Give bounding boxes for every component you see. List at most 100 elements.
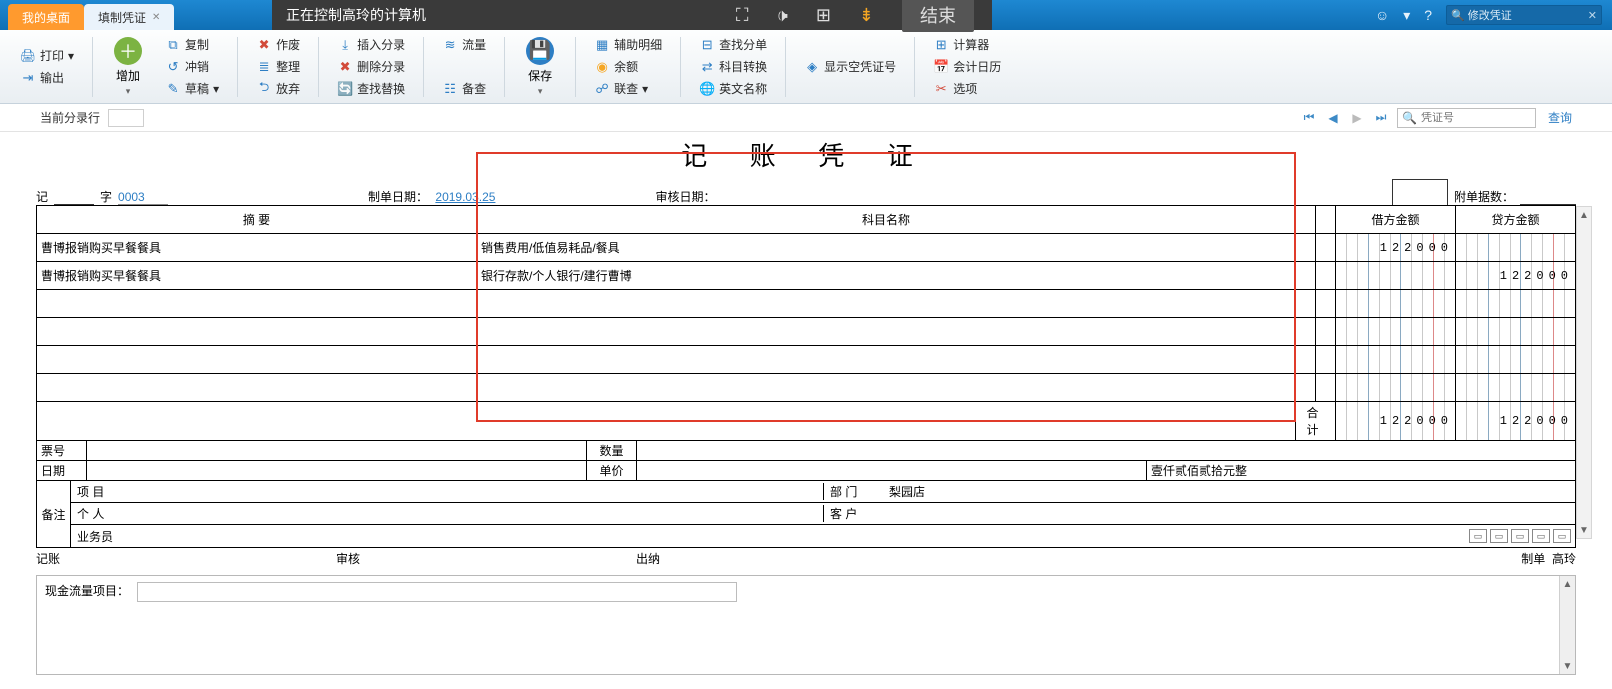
top-search[interactable]: 🔍 ✕ <box>1446 5 1602 25</box>
tool-icon[interactable]: ▭ <box>1532 529 1550 543</box>
related-query-button[interactable]: ☍联查 ▾ <box>594 79 662 99</box>
scroll-up-icon[interactable]: ▲ <box>1577 207 1591 223</box>
help-icon[interactable]: ? <box>1424 7 1432 23</box>
backup-button[interactable]: ☷备查 <box>442 79 486 99</box>
voucher-title: 记 账 凭 证 <box>36 136 1576 173</box>
summary-cell[interactable] <box>37 374 477 402</box>
table-row[interactable]: 曹博报销购买早餐餐具 银行存款/个人银行/建行曹博 122000 <box>37 262 1576 290</box>
voucher-no-input[interactable] <box>1421 112 1531 124</box>
attach-count[interactable] <box>1520 189 1576 205</box>
date-label: 日期 <box>37 461 87 480</box>
summary-cell[interactable] <box>37 318 477 346</box>
options-button[interactable]: ✂选项 <box>933 79 1001 99</box>
dropdown-icon[interactable]: ▾ <box>1403 7 1410 24</box>
delete-entry-button[interactable]: ✖删除分录 <box>337 57 405 77</box>
void-button[interactable]: ✖作废 <box>256 35 300 55</box>
col-debit: 借方金额 <box>1336 206 1456 234</box>
table-row[interactable] <box>37 318 1576 346</box>
subject-cell[interactable] <box>477 290 1296 318</box>
aux-detail-button[interactable]: ▦辅助明细 <box>594 35 662 55</box>
qty-value[interactable] <box>637 441 1575 460</box>
subject-cell[interactable] <box>477 346 1296 374</box>
summary-cell[interactable]: 曹博报销购买早餐餐具 <box>37 262 477 290</box>
table-row[interactable] <box>37 346 1576 374</box>
price-value[interactable] <box>637 461 1147 480</box>
date-value[interactable] <box>87 461 587 480</box>
calendar-button[interactable]: 📅会计日历 <box>933 57 1001 77</box>
summary-cell[interactable]: 曹博报销购买早餐餐具 <box>37 234 477 262</box>
last-button[interactable]: ⏭ <box>1373 110 1389 126</box>
add-button[interactable]: ＋增加▾ <box>105 37 151 97</box>
subject-cell[interactable] <box>477 318 1296 346</box>
search-icon: 🔍 <box>1451 9 1465 22</box>
balance-button[interactable]: ◉余额 <box>594 57 662 77</box>
outer-scrollbar[interactable]: ▲ ▼ <box>1576 206 1592 539</box>
clear-icon[interactable]: ✕ <box>1588 9 1597 22</box>
summary-cell[interactable] <box>37 290 477 318</box>
tab-desktop[interactable]: 我的桌面 <box>8 4 84 30</box>
print-button[interactable]: 🖨打印 ▾ <box>20 46 74 66</box>
query-link[interactable]: 查询 <box>1548 109 1572 126</box>
next-button[interactable]: ▶ <box>1349 110 1365 126</box>
sound-icon[interactable]: 🕩 <box>776 5 787 26</box>
tool-icon[interactable]: ▭ <box>1490 529 1508 543</box>
scroll-down-icon[interactable]: ▼ <box>1577 522 1591 538</box>
col-credit: 贷方金额 <box>1456 206 1576 234</box>
save-button[interactable]: 💾保存▾ <box>517 37 563 97</box>
tidy-button[interactable]: ≣整理 <box>256 57 300 77</box>
voucher-header: 记 字 0003 制单日期： 2019.03.25 审核日期： 附单据数： <box>36 179 1576 205</box>
calendar-icon: 📅 <box>933 59 949 75</box>
table-row[interactable] <box>37 374 1576 402</box>
cashflow-input[interactable] <box>137 582 737 602</box>
tool-icon[interactable]: ▭ <box>1511 529 1529 543</box>
calculator-button[interactable]: ⊞计算器 <box>933 35 1001 55</box>
table-row[interactable]: 曹博报销购买早餐餐具 销售费用/低值易耗品/餐具 122000 <box>37 234 1576 262</box>
pin-icon[interactable]: ⇟ <box>859 5 874 26</box>
tool-icon[interactable]: ▭ <box>1469 529 1487 543</box>
scroll-down-icon[interactable]: ▼ <box>1560 658 1575 674</box>
subject-cell[interactable] <box>477 374 1296 402</box>
subject-cell[interactable]: 销售费用/低值易耗品/餐具 <box>477 234 1296 262</box>
abandon-button[interactable]: ⮌放弃 <box>256 79 300 99</box>
bill-no-value[interactable] <box>87 441 587 460</box>
scroll-up-icon[interactable]: ▲ <box>1560 576 1575 592</box>
find-replace-button[interactable]: 🔄查找替换 <box>337 79 405 99</box>
close-icon[interactable]: ✕ <box>152 12 160 23</box>
subject-convert-button[interactable]: ⇄科目转换 <box>699 57 767 77</box>
offset-button[interactable]: ↺冲销 <box>165 57 219 77</box>
smile-icon[interactable]: ☺ <box>1375 7 1389 23</box>
end-button[interactable]: 结束 <box>902 0 974 32</box>
first-button[interactable]: ⏮ <box>1301 110 1317 126</box>
output-button[interactable]: ⇥输出 <box>20 68 74 88</box>
total-debit: 122000 <box>1380 414 1453 428</box>
dept-value[interactable]: 梨园店 <box>883 483 1575 500</box>
show-empty-button[interactable]: ◈显示空凭证号 <box>804 57 896 77</box>
english-name-button[interactable]: 🌐英文名称 <box>699 79 767 99</box>
lang-icon: 🌐 <box>699 81 715 97</box>
subject-cell[interactable]: 银行存款/个人银行/建行曹博 <box>477 262 1296 290</box>
prev-button[interactable]: ◀ <box>1325 110 1341 126</box>
voucher-number[interactable]: 0003 <box>118 190 168 205</box>
scrollbar[interactable]: ▲ ▼ <box>1559 576 1575 674</box>
current-line-input[interactable] <box>108 109 144 127</box>
tab-voucher[interactable]: 填制凭证✕ <box>84 4 174 30</box>
price-label: 单价 <box>587 461 637 480</box>
flow-icon: ≋ <box>442 37 458 53</box>
make-date-value[interactable]: 2019.03.25 <box>435 190 495 204</box>
summary-cell[interactable] <box>37 346 477 374</box>
find-split-button[interactable]: ⊟查找分单 <box>699 35 767 55</box>
top-search-input[interactable] <box>1468 9 1588 21</box>
flow-button[interactable]: ≋流量 <box>442 35 486 55</box>
voucher-no-search[interactable]: 🔍 <box>1397 108 1536 128</box>
total-credit: 122000 <box>1500 414 1573 428</box>
insert-entry-button[interactable]: ⤓插入分录 <box>337 35 405 55</box>
voucher-type-blank[interactable] <box>54 189 94 205</box>
save-icon: 💾 <box>526 37 554 65</box>
draft-button[interactable]: ✎草稿 ▾ <box>165 79 219 99</box>
fullscreen-icon[interactable]: ⛶ <box>736 5 749 26</box>
sign-cashier: 出纳 <box>636 552 660 566</box>
copy-button[interactable]: ⧉复制 <box>165 35 219 55</box>
table-row[interactable] <box>37 290 1576 318</box>
tool-icon[interactable]: ▭ <box>1553 529 1571 543</box>
window-icon[interactable]: ⊞ <box>816 5 831 26</box>
